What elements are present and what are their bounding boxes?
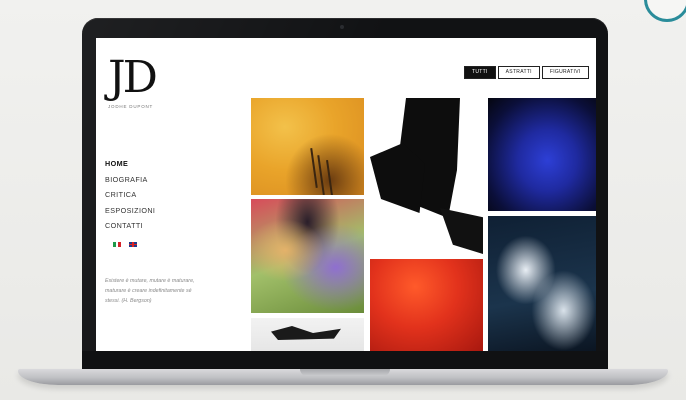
filter-figurativi-button[interactable]: FIGURATIVI bbox=[541, 66, 589, 79]
artwork-black-white-ink[interactable] bbox=[370, 98, 483, 254]
nav-item-critica[interactable]: CRITICA bbox=[105, 189, 155, 205]
artwork-dark-blue-white[interactable] bbox=[488, 216, 596, 351]
artwork-yellow-abstract[interactable] bbox=[251, 98, 364, 195]
quote-block: Esistere è mutare, mutare è maturare, ma… bbox=[105, 276, 197, 306]
nav-item-home[interactable]: HOME bbox=[105, 158, 155, 174]
filter-astratti-button[interactable]: ASTRATTI bbox=[497, 66, 540, 79]
main-nav: HOME BIOGRAFIA CRITICA ESPOSIZIONI CONTA… bbox=[105, 158, 155, 236]
ink-shape bbox=[440, 208, 483, 254]
artwork-red-abstract[interactable] bbox=[370, 259, 483, 351]
nav-item-contatti[interactable]: CONTATTI bbox=[105, 220, 155, 236]
laptop-screen: JD JODHE DUPONT HOME BIOGRAFIA CRITICA E… bbox=[96, 38, 596, 351]
nav-item-esposizioni[interactable]: ESPOSIZIONI bbox=[105, 205, 155, 221]
screen-bezel-bottom bbox=[82, 351, 608, 369]
artwork-blue-abstract[interactable] bbox=[488, 98, 596, 211]
filter-tutti-button[interactable]: TUTTI bbox=[464, 66, 496, 79]
gallery-filter-bar: TUTTI ASTRATTI FIGURATIVI bbox=[464, 66, 589, 79]
nav-item-biografia[interactable]: BIOGRAFIA bbox=[105, 174, 155, 190]
site-logo-subtitle: JODHE DUPONT bbox=[108, 104, 154, 109]
site-logo[interactable]: JD bbox=[108, 56, 158, 100]
uk-flag-icon[interactable] bbox=[129, 242, 137, 247]
laptop-base-notch bbox=[300, 369, 390, 376]
quote-author: (H. Bergson) bbox=[121, 298, 152, 304]
webcam-icon bbox=[340, 25, 344, 29]
artwork-figurative-portrait[interactable] bbox=[251, 199, 364, 313]
italian-flag-icon[interactable] bbox=[113, 242, 122, 247]
language-switcher bbox=[113, 242, 137, 247]
artwork-white-black-strokes[interactable] bbox=[251, 318, 364, 351]
